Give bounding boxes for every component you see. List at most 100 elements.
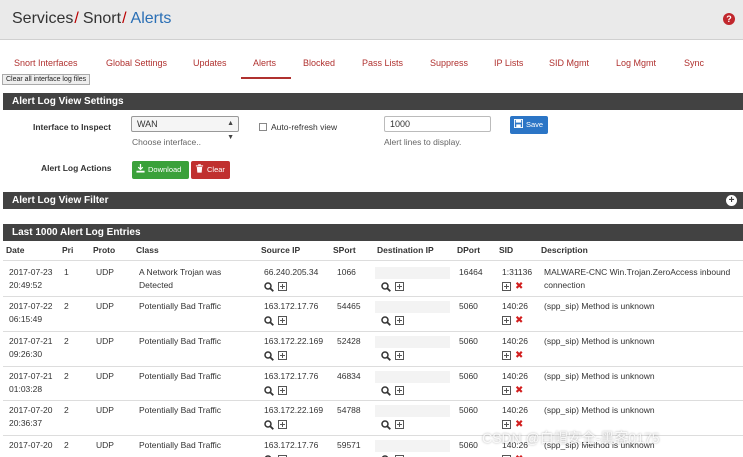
help-icon[interactable]: ? bbox=[723, 13, 735, 25]
actions-label: Alert Log Actions bbox=[41, 163, 112, 173]
search-icon[interactable] bbox=[381, 281, 391, 292]
top-bar: Services/Snort/Alerts ? bbox=[0, 0, 743, 40]
delete-x-icon[interactable]: ✖ bbox=[515, 385, 523, 396]
search-icon[interactable] bbox=[381, 315, 391, 326]
save-button[interactable]: Save bbox=[510, 116, 548, 134]
row-sport: 52428 bbox=[337, 336, 361, 346]
column-class[interactable]: Class bbox=[136, 245, 159, 255]
destination-ip-actions bbox=[381, 315, 408, 326]
tab-ip-lists[interactable]: IP Lists bbox=[494, 58, 523, 68]
destination-ip-cell[interactable] bbox=[375, 336, 450, 348]
destination-ip-cell[interactable] bbox=[375, 301, 450, 313]
add-suppress-icon[interactable] bbox=[278, 420, 287, 430]
breadcrumb-alerts[interactable]: Alerts bbox=[131, 10, 172, 27]
row-sid[interactable]: 140:26 bbox=[502, 370, 528, 383]
row-class: Potentially Bad Traffic bbox=[139, 301, 222, 311]
add-suppress-icon[interactable] bbox=[278, 282, 287, 292]
row-source-ip[interactable]: 163.172.17.76 bbox=[264, 370, 318, 383]
source-ip-actions bbox=[264, 419, 291, 430]
row-sid[interactable]: 1:31136 bbox=[502, 266, 532, 279]
row-class: A Network Trojan was bbox=[139, 267, 222, 277]
row-pri: 2 bbox=[64, 336, 69, 346]
delete-x-icon[interactable]: ✖ bbox=[515, 315, 523, 326]
interface-select[interactable]: WAN ▲ ▼ bbox=[131, 116, 239, 141]
row-source-ip[interactable]: 163.172.17.76 bbox=[264, 300, 318, 313]
sid-actions: ✖ bbox=[502, 350, 523, 361]
search-icon[interactable] bbox=[264, 281, 274, 292]
add-suppress-icon[interactable] bbox=[502, 282, 511, 292]
column-source-ip[interactable]: Source IP bbox=[261, 245, 300, 255]
search-icon[interactable] bbox=[381, 419, 391, 430]
row-time: 09:26:30 bbox=[9, 349, 43, 359]
row-source-ip[interactable]: 66.240.205.34 bbox=[264, 266, 318, 279]
add-suppress-icon[interactable] bbox=[278, 386, 287, 396]
row-sid[interactable]: 140:26 bbox=[502, 300, 528, 313]
destination-ip-cell[interactable] bbox=[375, 371, 450, 383]
row-date: 2017-07-21 bbox=[9, 336, 53, 346]
sid-actions: ✖ bbox=[502, 385, 523, 396]
row-source-ip[interactable]: 163.172.17.76 bbox=[264, 439, 318, 452]
tab-alerts[interactable]: Alerts bbox=[253, 58, 276, 68]
row-source-ip[interactable]: 163.172.22.169 bbox=[264, 404, 323, 417]
column-date[interactable]: Date bbox=[6, 245, 24, 255]
search-icon[interactable] bbox=[381, 385, 391, 396]
tab-updates[interactable]: Updates bbox=[193, 58, 227, 68]
tab-snort-interfaces[interactable]: Snort Interfaces bbox=[14, 58, 78, 68]
column-sid[interactable]: SID bbox=[499, 245, 513, 255]
add-suppress-icon[interactable] bbox=[502, 386, 511, 396]
search-icon[interactable] bbox=[264, 350, 274, 361]
search-icon[interactable] bbox=[264, 419, 274, 430]
add-suppress-icon[interactable] bbox=[395, 386, 404, 396]
tab-sync[interactable]: Sync bbox=[684, 58, 704, 68]
add-suppress-icon[interactable] bbox=[278, 351, 287, 361]
row-class: Potentially Bad Traffic bbox=[139, 405, 222, 415]
column-destination-ip[interactable]: Destination IP bbox=[377, 245, 434, 255]
add-suppress-icon[interactable] bbox=[502, 351, 511, 361]
row-dport: 16464 bbox=[459, 267, 483, 277]
row-date: 2017-07-22 bbox=[9, 301, 53, 311]
clear-button[interactable]: Clear bbox=[191, 161, 230, 179]
breadcrumb: Services/Snort/Alerts bbox=[12, 10, 171, 28]
row-date: 2017-07-21 bbox=[9, 371, 53, 381]
add-suppress-icon[interactable] bbox=[502, 316, 511, 326]
active-tab-indicator bbox=[241, 77, 291, 79]
breadcrumb-snort[interactable]: Snort bbox=[83, 10, 121, 27]
column-sport[interactable]: SPort bbox=[333, 245, 356, 255]
add-suppress-icon[interactable] bbox=[395, 420, 404, 430]
destination-ip-cell[interactable] bbox=[375, 440, 450, 452]
tab-suppress[interactable]: Suppress bbox=[430, 58, 468, 68]
row-dport: 5060 bbox=[459, 301, 478, 311]
destination-ip-cell[interactable] bbox=[375, 267, 450, 279]
add-suppress-icon[interactable] bbox=[395, 351, 404, 361]
autorefresh-checkbox[interactable] bbox=[259, 123, 267, 131]
breadcrumb-services[interactable]: Services bbox=[12, 10, 73, 27]
breadcrumb-separator: / bbox=[122, 10, 127, 27]
filter-panel-header[interactable]: Alert Log View Filter + bbox=[3, 192, 743, 209]
tab-log-mgmt[interactable]: Log Mgmt bbox=[616, 58, 656, 68]
row-sid[interactable]: 140:26 bbox=[502, 335, 528, 348]
add-suppress-icon[interactable] bbox=[395, 316, 404, 326]
tab-blocked[interactable]: Blocked bbox=[303, 58, 335, 68]
search-icon[interactable] bbox=[381, 350, 391, 361]
tab-pass-lists[interactable]: Pass Lists bbox=[362, 58, 403, 68]
source-ip-actions bbox=[264, 385, 291, 396]
destination-ip-cell[interactable] bbox=[375, 405, 450, 417]
alert-lines-input[interactable]: 1000 bbox=[384, 116, 491, 132]
search-icon[interactable] bbox=[264, 315, 274, 326]
row-sid[interactable]: 140:26 bbox=[502, 404, 528, 417]
add-suppress-icon[interactable] bbox=[395, 282, 404, 292]
search-icon[interactable] bbox=[264, 385, 274, 396]
column-dport[interactable]: DPort bbox=[457, 245, 480, 255]
download-button[interactable]: Download bbox=[132, 161, 189, 179]
column-pri[interactable]: Pri bbox=[62, 245, 73, 255]
add-suppress-icon[interactable] bbox=[278, 316, 287, 326]
column-proto[interactable]: Proto bbox=[93, 245, 115, 255]
tab-sid-mgmt[interactable]: SID Mgmt bbox=[549, 58, 589, 68]
row-class-cont: Detected bbox=[139, 280, 174, 290]
tab-global-settings[interactable]: Global Settings bbox=[106, 58, 167, 68]
delete-x-icon[interactable]: ✖ bbox=[515, 281, 523, 292]
row-source-ip[interactable]: 163.172.22.169 bbox=[264, 335, 323, 348]
delete-x-icon[interactable]: ✖ bbox=[515, 350, 523, 361]
column-description[interactable]: Description bbox=[541, 245, 588, 255]
expand-plus-icon[interactable]: + bbox=[726, 195, 737, 206]
